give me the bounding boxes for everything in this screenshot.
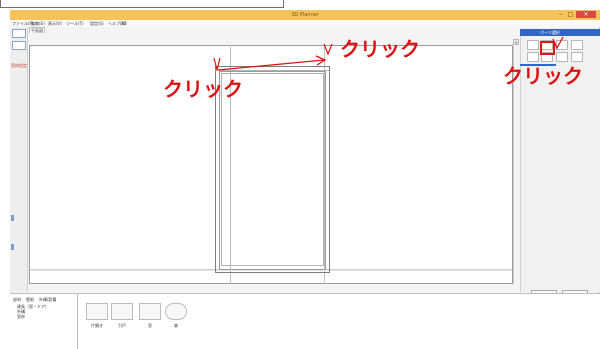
door-icon[interactable] — [86, 303, 108, 320]
minimize-button[interactable]: – — [556, 11, 565, 18]
menu-view[interactable]: 表示(V) — [48, 20, 62, 27]
click-tick — [552, 36, 564, 50]
palette-label: 引戸 — [118, 323, 126, 328]
left-marker — [11, 244, 14, 250]
tab-exterior[interactable]: 外構/設備 — [39, 297, 56, 302]
menu-edit[interactable]: 編集(E) — [31, 20, 45, 27]
left-marker — [11, 215, 14, 221]
zoom-in-button[interactable]: + — [513, 39, 519, 45]
background-window-edge — [0, 0, 284, 8]
drag-arrow — [213, 43, 333, 71]
click-annotation-start: クリック — [163, 77, 243, 101]
layout-tool-button[interactable] — [12, 41, 26, 50]
right-panel-title: パーツ選択 — [540, 30, 560, 35]
menu-3d[interactable]: 3D — [121, 20, 127, 27]
bottom-panel — [10, 293, 600, 349]
close-button[interactable]: ✕ — [576, 11, 596, 18]
sliding-door-icon[interactable] — [111, 303, 133, 320]
parts-tree-panel — [11, 294, 78, 349]
click-annotation-tool: クリック — [503, 64, 583, 88]
eraser-tool-icon[interactable] — [556, 52, 568, 62]
tree-item[interactable]: 窓枠 — [17, 314, 25, 319]
move-tool-icon[interactable] — [527, 52, 539, 62]
menu-settings[interactable]: 設定(S) — [90, 20, 104, 27]
tab-plan-view[interactable]: 平面図 — [29, 27, 45, 33]
select-tool-icon[interactable] — [527, 40, 539, 50]
palette-label: 片開き — [91, 323, 103, 328]
palette-label: 窓 — [148, 323, 152, 328]
plan-tool-button[interactable] — [12, 29, 26, 38]
pen-tool-icon[interactable] — [571, 40, 583, 50]
palette-label: 扉 — [174, 323, 178, 328]
menu-tools[interactable]: ツール(T) — [66, 20, 84, 27]
window-icon[interactable] — [139, 303, 161, 320]
round-icon[interactable] — [165, 303, 187, 320]
tab-parts[interactable]: 部材 — [13, 297, 21, 302]
tab-wallpaper[interactable]: 壁紙 — [26, 297, 34, 302]
maximize-button[interactable]: □ — [566, 11, 575, 18]
window-title: 3D Planner — [291, 12, 319, 18]
window-frame-setting-label[interactable]: 窓枠設定 — [11, 63, 27, 69]
fill-tool-icon[interactable] — [571, 52, 583, 62]
door-panel — [221, 73, 324, 266]
click-annotation-end: クリック — [340, 37, 420, 61]
